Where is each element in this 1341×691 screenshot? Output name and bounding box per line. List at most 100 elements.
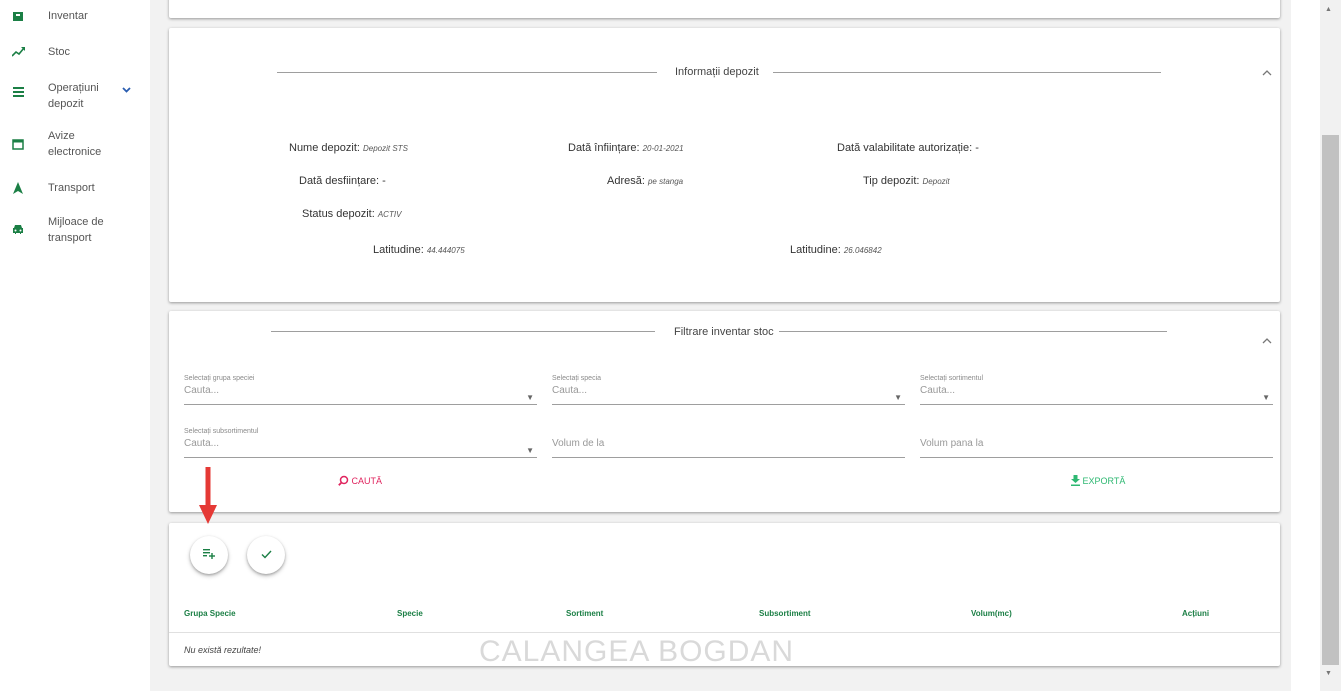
cauta-button[interactable]: CAUTĂ (338, 475, 382, 486)
adresa-value: pe stanga (647, 177, 684, 186)
sidebar-item-label: Inventar (48, 10, 88, 22)
data-infiintare-value: 20-01-2021 (642, 144, 684, 153)
tip-depozit-value: Depozit (922, 177, 950, 186)
underline (184, 457, 537, 458)
nume-depozit-value: Depozit STS (363, 144, 408, 153)
column-header-actiuni: Acțiuni (1182, 609, 1210, 618)
sidebar: Inventar Stoc Operațiuni depozit Avize e… (0, 0, 150, 691)
download-icon (1071, 475, 1083, 486)
status-depozit: Status depozit: ACTIV (302, 208, 401, 220)
data-valabilitate-label: Dată valabilitate autorizație: (837, 142, 973, 154)
grupa-speciei-select[interactable]: Selectați grupa speciei Cauta... ▼ (184, 375, 537, 405)
specia-label: Selectați specia (552, 375, 602, 382)
data-desfiintare: Dată desființare: - (299, 175, 386, 187)
adresa-label: Adresă: (607, 175, 645, 187)
top-card (169, 0, 1280, 18)
sortimentul-value: Cauta... (920, 385, 956, 396)
volum-pana-la-input[interactable]: Volum pana la (920, 428, 1273, 458)
dropdown-arrow-icon: ▼ (894, 393, 902, 402)
scrollbar-thumb[interactable] (1322, 135, 1339, 665)
sortimentul-label: Selectați sortimentul (920, 375, 984, 382)
latitudine-2: Latitudine: 26.046842 (790, 244, 882, 256)
results-card: Grupa Specie Specie Sortiment Subsortime… (169, 523, 1280, 666)
sidebar-item-label: Mijloace de transport (48, 216, 104, 244)
sidebar-item-transport[interactable]: Transport (0, 178, 150, 198)
status-depozit-label: Status depozit: (302, 208, 375, 220)
sidebar-item-mijloace-de-transport[interactable]: Mijloace de transport (0, 214, 150, 250)
dropdown-arrow-icon: ▼ (526, 393, 534, 402)
column-header-subsortiment[interactable]: Subsortiment (759, 609, 811, 618)
underline (552, 457, 905, 458)
adresa: Adresă: pe stanga (607, 175, 683, 187)
data-valabilitate: Dată valabilitate autorizație: - (837, 142, 979, 154)
tip-depozit-label: Tip depozit: (863, 175, 920, 187)
latitudine-label: Latitudine: (790, 244, 841, 256)
subsortimentul-select[interactable]: Selectați subsortimentul Cauta... ▼ (184, 428, 537, 458)
sortimentul-select[interactable]: Selectați sortimentul Cauta... ▼ (920, 375, 1273, 405)
collapse-icon[interactable] (1262, 333, 1272, 347)
list-icon (11, 85, 25, 99)
header-divider (169, 632, 1280, 633)
column-header-grupa-specie[interactable]: Grupa Specie (184, 609, 236, 618)
main-content: Informații depozit Nume depozit: Depozit… (150, 0, 1291, 691)
grupa-speciei-value: Cauta... (184, 385, 220, 396)
latitudine-1: Latitudine: 44.444075 (373, 244, 465, 256)
specia-select[interactable]: Selectați specia Cauta... ▼ (552, 375, 905, 405)
tip-depozit: Tip depozit: Depozit (863, 175, 950, 187)
divider (779, 331, 1167, 332)
inventory-icon (11, 9, 25, 23)
sidebar-item-label: Avize electronice (48, 130, 102, 158)
filter-card: Filtrare inventar stoc Selectați grupa s… (169, 311, 1280, 512)
sidebar-item-inventar[interactable]: Inventar (0, 6, 150, 26)
sidebar-item-stoc[interactable]: Stoc (0, 42, 150, 62)
latitudine-value: 44.444075 (426, 246, 465, 255)
data-desfiintare-label: Dată desființare: (299, 175, 380, 187)
trending-up-icon (11, 45, 25, 59)
playlist-add-icon (203, 548, 215, 562)
search-icon (338, 475, 352, 486)
status-depozit-value: ACTIV (377, 210, 402, 219)
underline (552, 404, 905, 405)
column-header-specie[interactable]: Specie (397, 609, 423, 618)
latitudine-label: Latitudine: (373, 244, 424, 256)
confirm-button[interactable] (247, 536, 285, 574)
cauta-label: CAUTĂ (351, 476, 383, 486)
nume-depozit: Nume depozit: Depozit STS (289, 142, 408, 154)
data-infiintare: Dată înființare: 20-01-2021 (568, 142, 684, 154)
sidebar-item-operatiuni-depozit[interactable]: Operațiuni depozit (0, 80, 150, 116)
data-infiintare-label: Dată înființare: (568, 142, 640, 154)
exporta-button[interactable]: EXPORTĂ (1071, 475, 1125, 486)
underline (920, 457, 1273, 458)
column-header-sortiment[interactable]: Sortiment (566, 609, 603, 618)
chevron-down-icon[interactable] (122, 84, 131, 96)
car-icon (11, 222, 25, 236)
check-icon (261, 548, 272, 562)
add-to-list-button[interactable] (190, 536, 228, 574)
volum-de-la-input[interactable]: Volum de la (552, 428, 905, 458)
sidebar-item-avize-electronice[interactable]: Avize electronice (0, 128, 150, 164)
volum-pana-la-placeholder: Volum pana la (920, 438, 984, 449)
exporta-label: EXPORTĂ (1082, 476, 1126, 486)
subsortimentul-value: Cauta... (184, 438, 220, 449)
red-arrow-annotation (199, 467, 217, 530)
column-header-volum[interactable]: Volum(mc) (971, 609, 1012, 618)
navigation-icon (11, 181, 25, 195)
dropdown-arrow-icon: ▼ (1262, 393, 1270, 402)
section-title: Informații depozit (675, 66, 759, 78)
specia-value: Cauta... (552, 385, 588, 396)
nume-depozit-label: Nume depozit: (289, 142, 360, 154)
dropdown-arrow-icon: ▼ (526, 446, 534, 455)
divider (277, 72, 657, 73)
scroll-up-icon[interactable]: ▲ (1325, 6, 1332, 13)
scroll-down-icon[interactable]: ▼ (1325, 670, 1332, 677)
watermark: CALANGEA BOGDAN (479, 635, 795, 666)
collapse-icon[interactable] (1262, 65, 1272, 79)
divider (773, 72, 1161, 73)
grupa-speciei-label: Selectați grupa speciei (184, 375, 255, 382)
section-title: Filtrare inventar stoc (674, 326, 774, 338)
info-card: Informații depozit Nume depozit: Depozit… (169, 28, 1280, 302)
underline (920, 404, 1273, 405)
data-desfiintare-value: - (382, 175, 386, 187)
divider (271, 331, 655, 332)
latitudine-value: 26.046842 (843, 246, 882, 255)
